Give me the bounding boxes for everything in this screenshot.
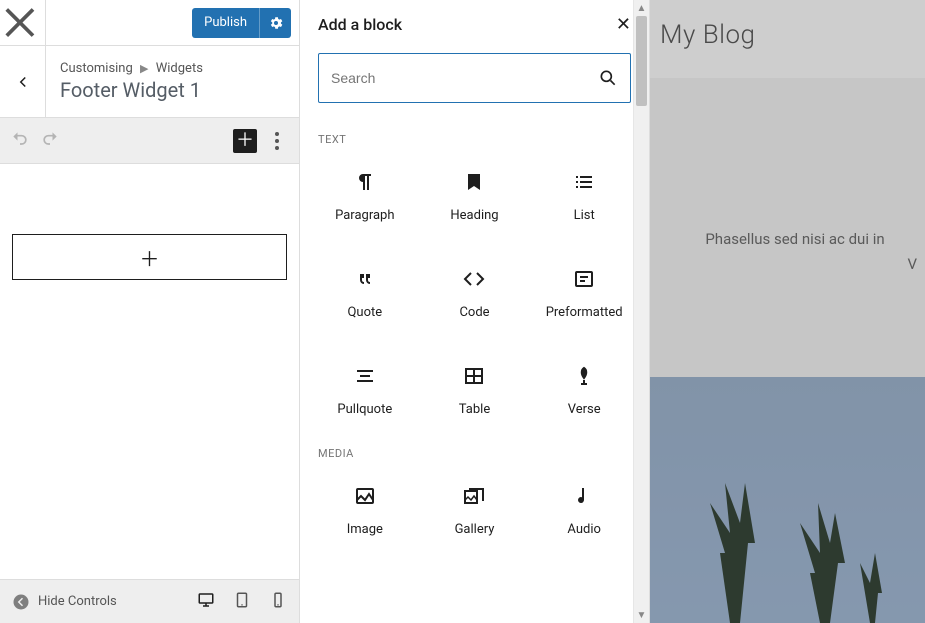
close-inserter-button[interactable]: ✕ (616, 14, 631, 35)
block-inserter-panel: Add a block ✕ TEXT Paragraph Heading (300, 0, 650, 623)
more-options-button[interactable] (265, 132, 289, 150)
block-label: Gallery (455, 522, 495, 537)
list-icon (572, 170, 596, 194)
audio-icon (572, 484, 596, 508)
gear-icon (268, 15, 284, 31)
hide-controls-label: Hide Controls (38, 594, 117, 609)
customizer-footer: Hide Controls (0, 579, 299, 623)
breadcrumb-current[interactable]: Widgets (156, 61, 203, 76)
scroll-thumb[interactable] (636, 16, 647, 106)
block-label: Quote (347, 305, 382, 320)
scroll-up-arrow[interactable]: ▲ (634, 0, 649, 16)
breadcrumb-parent[interactable]: Customising (60, 61, 133, 76)
bookmark-icon (462, 170, 486, 194)
block-label: Preformatted (546, 305, 623, 320)
publish-button-group: Publish (192, 8, 291, 38)
chevron-left-circle-icon (12, 593, 30, 611)
close-icon (0, 0, 45, 45)
hero-text-line1: Phasellus sed nisi ac dui in (665, 230, 925, 248)
hero-text-line2: V (907, 255, 917, 273)
paragraph-icon (353, 170, 377, 194)
publish-button[interactable]: Publish (192, 8, 259, 38)
undo-button[interactable] (10, 129, 30, 153)
inserter-scrollbar[interactable]: ▲ ▼ (633, 0, 649, 623)
block-label: Audio (567, 522, 600, 537)
code-icon (462, 267, 486, 291)
inserter-title: Add a block (318, 15, 402, 34)
block-code[interactable]: Code (420, 253, 530, 320)
redo-icon (40, 129, 60, 149)
block-preformatted[interactable]: Preformatted (529, 253, 639, 320)
close-icon: ✕ (616, 14, 631, 35)
close-customizer-button[interactable] (0, 0, 46, 45)
block-list[interactable]: List (529, 156, 639, 223)
quote-icon (353, 267, 377, 291)
text-blocks-grid: Paragraph Heading List Quote Code Prefor… (300, 146, 649, 417)
block-gallery[interactable]: Gallery (420, 470, 530, 537)
insert-block-button[interactable]: ＋ (12, 234, 287, 280)
preformatted-icon (572, 267, 596, 291)
undo-icon (10, 129, 30, 149)
category-label-media: MEDIA (300, 417, 649, 460)
block-label: List (574, 208, 595, 223)
hide-controls-button[interactable]: Hide Controls (12, 593, 117, 611)
breadcrumb: Customising ▶ Widgets Footer Widget 1 (0, 46, 299, 118)
block-image[interactable]: Image (310, 470, 420, 537)
publish-settings-button[interactable] (259, 8, 291, 38)
add-block-button[interactable]: ＋ (233, 129, 257, 153)
block-verse[interactable]: Verse (529, 350, 639, 417)
plus-icon: ＋ (236, 132, 254, 150)
block-label: Image (347, 522, 383, 537)
widget-canvas: ＋ (0, 164, 299, 579)
widget-toolbar: ＋ (0, 118, 299, 164)
block-heading[interactable]: Heading (420, 156, 530, 223)
pullquote-icon (353, 364, 377, 388)
block-pullquote[interactable]: Pullquote (310, 350, 420, 417)
block-label: Table (459, 402, 490, 417)
block-paragraph[interactable]: Paragraph (310, 156, 420, 223)
media-blocks-grid: Image Gallery Audio (300, 460, 649, 537)
preview-desktop-button[interactable] (197, 591, 215, 613)
page-title: Footer Widget 1 (60, 78, 285, 102)
customizer-panel: Publish Customising ▶ Widgets Footer Wid… (0, 0, 300, 623)
block-label: Paragraph (335, 208, 394, 223)
chevron-left-icon (14, 73, 32, 91)
block-label: Code (459, 305, 489, 320)
image-icon (353, 484, 377, 508)
gallery-icon (462, 484, 486, 508)
site-title: My Blog (660, 20, 756, 50)
block-label: Verse (568, 402, 601, 417)
back-button[interactable] (0, 46, 46, 117)
site-preview: My Blog Phasellus sed nisi ac dui in V (650, 0, 925, 623)
preview-image-trees (670, 443, 910, 623)
mobile-icon (269, 591, 287, 609)
desktop-icon (197, 591, 215, 609)
search-icon (598, 68, 618, 88)
block-audio[interactable]: Audio (529, 470, 639, 537)
search-input-wrapper (318, 53, 631, 103)
search-input[interactable] (331, 70, 598, 86)
table-icon (462, 364, 486, 388)
caret-right-icon: ▶ (140, 62, 148, 75)
block-label: Pullquote (337, 402, 392, 417)
block-quote[interactable]: Quote (310, 253, 420, 320)
preview-tablet-button[interactable] (233, 591, 251, 613)
scroll-down-arrow[interactable]: ▼ (634, 607, 649, 623)
preview-mobile-button[interactable] (269, 591, 287, 613)
category-label-text: TEXT (300, 103, 649, 146)
plus-icon: ＋ (140, 243, 160, 272)
verse-icon (572, 364, 596, 388)
block-label: Heading (450, 208, 498, 223)
customizer-topbar: Publish (0, 0, 299, 46)
tablet-icon (233, 591, 251, 609)
redo-button[interactable] (40, 129, 60, 153)
block-table[interactable]: Table (420, 350, 530, 417)
